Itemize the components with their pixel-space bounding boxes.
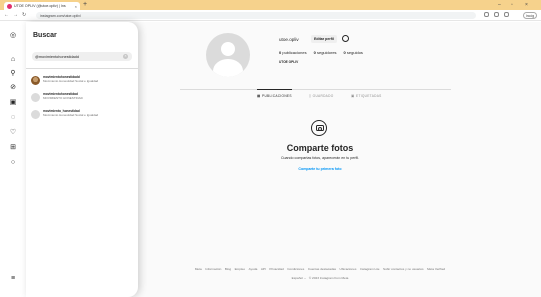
- footer-link[interactable]: Ayuda: [249, 267, 258, 271]
- instagram-favicon-icon: [7, 3, 12, 9]
- footer-link[interactable]: Empleo: [235, 267, 246, 271]
- avatar: [31, 75, 40, 85]
- create-icon[interactable]: ⊞: [9, 144, 17, 152]
- nav-rail: ◎ ⌂ ⚲ ⊘ ▣ ◌ ♡ ⊞ ○ ≡: [0, 22, 26, 297]
- extension-icon[interactable]: [484, 12, 489, 17]
- minimize-button[interactable]: ‒: [498, 1, 501, 9]
- clear-search-icon[interactable]: ×: [123, 54, 128, 59]
- footer-link[interactable]: Cuentas destacadas: [308, 267, 336, 271]
- menu-icon[interactable]: ≡: [9, 275, 17, 283]
- notifications-icon[interactable]: ♡: [9, 129, 17, 137]
- browser-toolbar: ← → ↻ instagram.com/utoe.opliv/ Incóg: [0, 10, 541, 21]
- footer-link[interactable]: Ubicaciones: [340, 267, 357, 271]
- avatar: [31, 109, 40, 119]
- forward-icon[interactable]: →: [13, 12, 18, 19]
- browser-tab[interactable]: UTOE OPLIV (@utoe.opliv) | Ins ×: [4, 2, 80, 10]
- tabs-divider: [180, 89, 451, 90]
- following-stat[interactable]: 0 seguidos: [344, 50, 363, 55]
- settings-gear-icon[interactable]: [342, 35, 349, 42]
- back-icon[interactable]: ←: [4, 12, 9, 19]
- extension-icon[interactable]: [494, 12, 499, 17]
- footer-link[interactable]: Blog: [225, 267, 231, 271]
- explore-icon[interactable]: ⊘: [9, 84, 17, 92]
- search-result[interactable]: movimientohonestidadd Movimiento Honesti…: [31, 75, 133, 85]
- browser-profile-button[interactable]: Incóg: [523, 12, 537, 19]
- footer-link[interactable]: Subir contactos y no usuarios: [383, 267, 424, 271]
- footer-links: Meta Información Blog Empleo Ayuda API P…: [160, 267, 480, 271]
- address-bar[interactable]: instagram.com/utoe.opliv/: [36, 12, 476, 19]
- instagram-app: ◎ ⌂ ⚲ ⊘ ▣ ◌ ♡ ⊞ ○ ≡ Buscar × movimientoh…: [0, 22, 541, 297]
- profile-stats: 0 publicaciones 0 seguidores 0 seguidos: [279, 50, 363, 55]
- footer-meta: Español ⌄ © 2023 Instagram from Meta: [260, 276, 380, 280]
- divider: [26, 68, 138, 69]
- share-first-photo-link[interactable]: Comparte tu primera foto: [270, 167, 370, 171]
- reels-icon[interactable]: ▣: [9, 99, 17, 107]
- search-result[interactable]: movimientohonestidad MOVIMIENTO HONESTID…: [31, 92, 133, 102]
- address-url: instagram.com/utoe.opliv/: [40, 13, 81, 18]
- posts-stat: 0 publicaciones: [279, 50, 307, 55]
- maximize-button[interactable]: ▫: [511, 1, 513, 9]
- search-input[interactable]: [35, 54, 123, 59]
- footer-link[interactable]: Información: [205, 267, 221, 271]
- profile-full-name: UTOE OPLIV: [279, 60, 299, 64]
- search-icon[interactable]: ⚲: [9, 70, 17, 78]
- tab-tagged[interactable]: ▣ ETIQUETADAS: [351, 94, 382, 98]
- avatar: [31, 92, 40, 102]
- footer-link[interactable]: API: [261, 267, 266, 271]
- tab-close-icon[interactable]: ×: [75, 4, 77, 9]
- camera-icon: [311, 120, 327, 136]
- sidepanel-icon[interactable]: [504, 12, 509, 17]
- search-panel: Buscar × movimientohonestidadd Movimient…: [26, 22, 138, 297]
- footer-link[interactable]: Meta: [195, 267, 202, 271]
- footer-link[interactable]: Instagram Lite: [360, 267, 380, 271]
- result-name: Movimiento Honestidad Social e Igualdad: [43, 79, 99, 83]
- reload-icon[interactable]: ↻: [22, 12, 26, 19]
- footer-link[interactable]: Condiciones: [287, 267, 304, 271]
- empty-state-subtitle: Cuando compartas fotos, aparecerán en tu…: [280, 156, 360, 160]
- edit-profile-button[interactable]: Editar perfil: [311, 35, 337, 43]
- grid-icon: ▦: [257, 94, 261, 98]
- browser-tab-strip: UTOE OPLIV (@utoe.opliv) | Ins × + ‒ ▫ ×: [0, 0, 541, 10]
- search-heading: Buscar: [33, 32, 57, 39]
- bookmark-icon: ▯: [309, 94, 312, 98]
- empty-state-title: Comparte fotos: [286, 143, 354, 153]
- search-result[interactable]: movimiento_honestidad Movimiento Honesti…: [31, 109, 133, 119]
- home-icon[interactable]: ⌂: [9, 56, 17, 64]
- search-box[interactable]: ×: [32, 52, 132, 61]
- footer-link[interactable]: Privacidad: [269, 267, 283, 271]
- profile-username: utoe.opliv: [279, 37, 299, 42]
- copyright: © 2023 Instagram from Meta: [308, 276, 349, 280]
- profile-icon[interactable]: ○: [9, 159, 17, 167]
- close-window-button[interactable]: ×: [525, 1, 528, 9]
- result-name: Movimiento Honestidad Social e Igualdad: [43, 113, 99, 117]
- new-tab-button[interactable]: +: [83, 1, 87, 9]
- instagram-icon[interactable]: ◎: [9, 32, 17, 40]
- tag-icon: ▣: [351, 94, 355, 98]
- tab-posts[interactable]: ▦ PUBLICACIONES: [257, 89, 292, 98]
- browser-tab-title: UTOE OPLIV (@utoe.opliv) | Ins: [14, 4, 66, 8]
- profile-avatar[interactable]: [206, 33, 250, 77]
- tab-saved[interactable]: ▯ GUARDADO: [309, 94, 334, 98]
- footer-link[interactable]: Meta Verified: [427, 267, 445, 271]
- language-select[interactable]: Español ⌄: [292, 276, 307, 280]
- result-name: MOVIMIENTO HONESTIDAD: [43, 96, 83, 100]
- followers-stat[interactable]: 0 seguidores: [314, 50, 337, 55]
- messages-icon[interactable]: ◌: [9, 114, 17, 122]
